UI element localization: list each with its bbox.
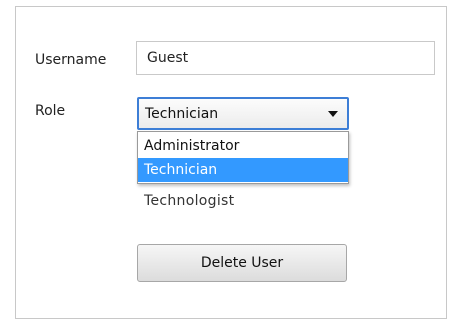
role-dropdown-list: Administrator Technician: [137, 131, 349, 184]
delete-user-button[interactable]: Delete User: [137, 244, 347, 282]
role-option-technician[interactable]: Technician: [138, 158, 348, 182]
role-select[interactable]: Technician: [137, 97, 349, 130]
username-field[interactable]: [136, 41, 435, 75]
role-option-administrator[interactable]: Administrator: [138, 134, 348, 158]
username-label: Username: [35, 52, 107, 68]
role-option-technologist[interactable]: Technologist: [144, 193, 234, 209]
role-select-value: Technician: [145, 106, 219, 122]
chevron-down-icon[interactable]: [328, 111, 338, 117]
role-label: Role: [35, 103, 66, 119]
